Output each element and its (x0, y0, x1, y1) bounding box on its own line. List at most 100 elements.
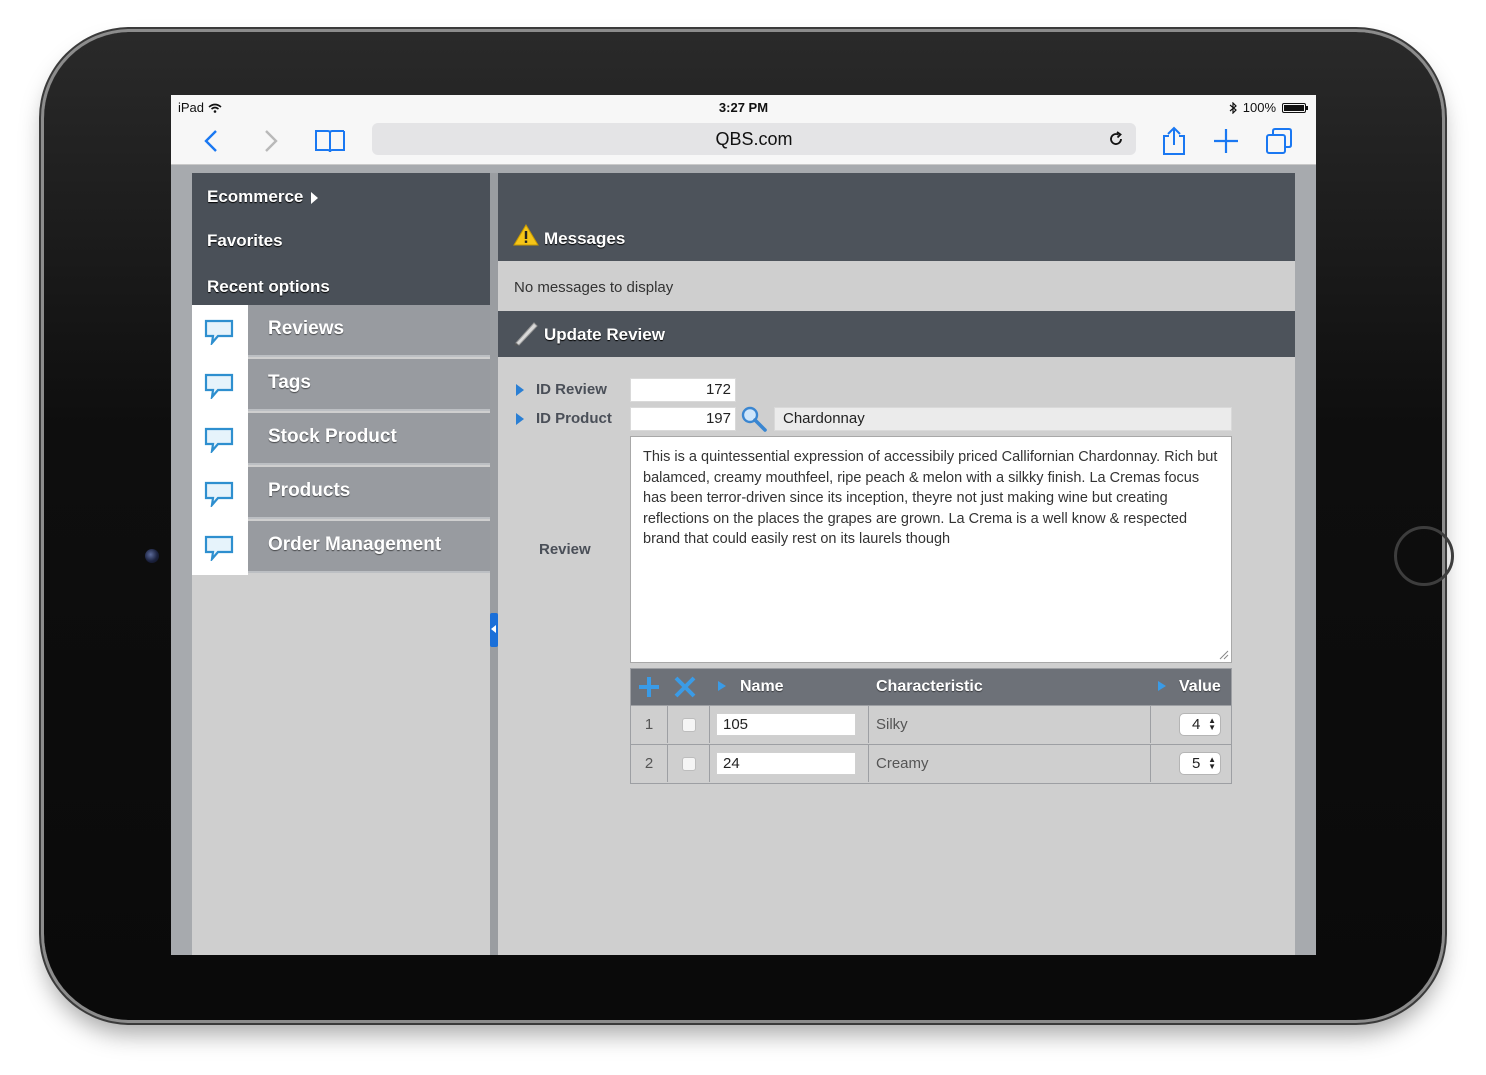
main-content: Messages No messages to display Update R… (498, 173, 1295, 955)
menu-recent-options[interactable]: Recent options (207, 277, 330, 297)
nav-icon-cell (192, 467, 248, 521)
new-tab-icon[interactable] (1210, 125, 1242, 157)
id-product-field[interactable]: 197 (630, 407, 736, 431)
name-cell: 105 (710, 706, 869, 743)
sidebar-item-label: Tags (248, 359, 490, 411)
back-icon[interactable] (195, 125, 227, 157)
review-text: This is a quintessential expression of a… (643, 449, 1218, 547)
characteristic-cell: Silky (869, 706, 1151, 743)
reload-icon[interactable] (1106, 129, 1126, 149)
share-icon[interactable] (1158, 125, 1190, 157)
value-stepper-value: 4 (1192, 716, 1201, 733)
tabs-icon[interactable] (1263, 125, 1295, 157)
left-sidebar: Ecommerce Favorites Recent options Revie… (192, 173, 490, 955)
name-input[interactable]: 105 (716, 713, 856, 736)
nav-icon-cell (192, 359, 248, 413)
row-select-cell (668, 706, 710, 743)
chevron-right-icon (311, 191, 319, 204)
sidebar-item-label: Order Management (248, 521, 490, 573)
screen: iPad 3:27 PM 100% QBS.com Ecommerce Favo… (171, 95, 1316, 955)
sidebar-item-label: Stock Product (248, 413, 490, 465)
column-header-value[interactable]: Value (1179, 678, 1221, 696)
stepper-arrows-icon: ▲ ▼ (1208, 755, 1216, 771)
url-text: QBS.com (715, 129, 793, 149)
sidebar-item-tags[interactable]: Tags (192, 359, 490, 413)
id-review-field[interactable]: 172 (630, 378, 736, 402)
top-menu: Ecommerce Favorites Recent options (192, 173, 490, 305)
chat-bubble-icon (204, 427, 234, 453)
value-stepper[interactable]: 4 ▲ ▼ (1179, 713, 1221, 736)
clock: 3:27 PM (718, 100, 769, 115)
menu-ecommerce-label: Ecommerce (207, 187, 304, 206)
id-review-label: ID Review (516, 381, 607, 398)
sidebar-item-label: Reviews (248, 305, 490, 357)
update-review-title: Update Review (544, 325, 665, 344)
browser-toolbar: QBS.com (171, 119, 1316, 165)
nav-icon-cell (192, 413, 248, 467)
no-messages-text: No messages to display (514, 279, 674, 296)
row-index: 2 (631, 745, 668, 782)
review-textarea[interactable]: This is a quintessential expression of a… (630, 436, 1232, 663)
column-header-name[interactable]: Name (740, 678, 784, 696)
delete-row-icon[interactable] (673, 675, 697, 699)
product-name-field[interactable]: Chardonnay (774, 407, 1232, 431)
messages-title: Messages (544, 229, 626, 248)
characteristics-grid: Name Characteristic Value 1 105 Silky 4 … (630, 668, 1232, 784)
search-icon[interactable] (740, 405, 768, 433)
web-app: Ecommerce Favorites Recent options Revie… (171, 165, 1316, 955)
nav-list: Reviews Tags Stock Product Products Orde… (192, 305, 490, 575)
pencil-icon (514, 322, 538, 346)
value-stepper[interactable]: 5 ▲ ▼ (1179, 752, 1221, 775)
warning-icon (513, 224, 539, 246)
sidebar-item-products[interactable]: Products (192, 467, 490, 521)
bookmarks-icon[interactable] (314, 125, 346, 157)
sidebar-item-order-management[interactable]: Order Management (192, 521, 490, 575)
row-checkbox[interactable] (682, 757, 696, 771)
chat-bubble-icon (204, 373, 234, 399)
row-select-cell (668, 745, 710, 782)
characteristic-cell: Creamy (869, 745, 1151, 782)
update-review-header: Update Review (498, 311, 1295, 357)
table-row: 1 105 Silky 4 ▲ ▼ (631, 705, 1231, 743)
stepper-arrows-icon: ▲ ▼ (1208, 716, 1216, 732)
chat-bubble-icon (204, 535, 234, 561)
resize-handle-icon[interactable] (1219, 650, 1229, 660)
battery-icon (1282, 102, 1308, 113)
menu-ecommerce[interactable]: Ecommerce (207, 187, 319, 207)
sidebar-item-reviews[interactable]: Reviews (192, 305, 490, 359)
bluetooth-icon (1229, 101, 1237, 114)
sort-marker-icon (1158, 681, 1166, 691)
chat-bubble-icon (204, 481, 234, 507)
field-marker-icon (516, 413, 524, 426)
sidebar-item-stock-product[interactable]: Stock Product (192, 413, 490, 467)
row-index: 1 (631, 706, 668, 743)
grid-header: Name Characteristic Value (631, 669, 1231, 705)
add-row-icon[interactable] (637, 675, 661, 699)
id-product-label-text: ID Product (536, 410, 612, 427)
nav-icon-cell (192, 521, 248, 575)
value-cell: 5 ▲ ▼ (1151, 745, 1231, 782)
battery-percent: 100% (1242, 100, 1276, 115)
chat-bubble-icon (204, 319, 234, 345)
value-stepper-value: 5 (1192, 755, 1201, 772)
forward-icon[interactable] (255, 125, 287, 157)
row-checkbox[interactable] (682, 718, 696, 732)
splitter[interactable] (490, 173, 498, 955)
value-cell: 4 ▲ ▼ (1151, 706, 1231, 743)
address-bar[interactable]: QBS.com (372, 123, 1136, 155)
collapse-sidebar-handle[interactable] (490, 613, 498, 647)
menu-favorites[interactable]: Favorites (207, 231, 283, 251)
messages-header: Messages (498, 173, 1295, 261)
review-label: Review (539, 541, 591, 558)
name-input[interactable]: 24 (716, 752, 856, 775)
id-review-label-text: ID Review (536, 381, 607, 398)
nav-icon-cell (192, 305, 248, 359)
home-button[interactable] (1394, 526, 1454, 586)
name-cell: 24 (710, 745, 869, 782)
sidebar-item-label: Products (248, 467, 490, 519)
column-header-characteristic[interactable]: Characteristic (876, 678, 983, 696)
id-product-label: ID Product (516, 410, 612, 427)
camera-icon (145, 549, 159, 563)
sort-marker-icon (718, 681, 726, 691)
table-row: 2 24 Creamy 5 ▲ ▼ (631, 744, 1231, 782)
